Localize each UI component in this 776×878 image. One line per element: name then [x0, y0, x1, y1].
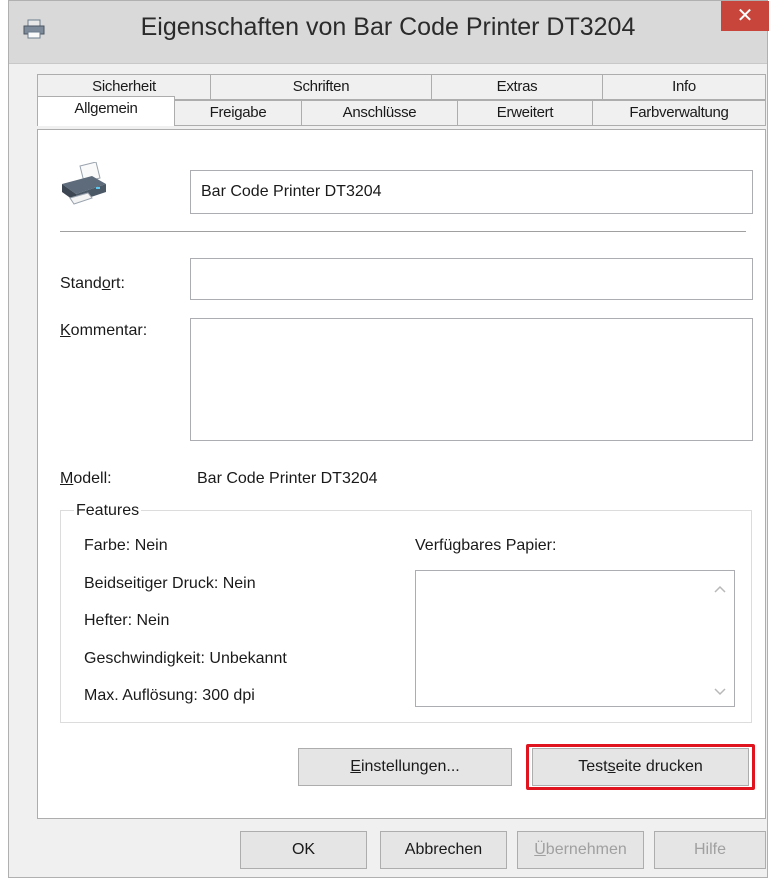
printer-icon — [62, 162, 106, 205]
tab-schriften[interactable]: Schriften — [210, 74, 432, 100]
location-label: Standort: — [60, 275, 125, 292]
separator — [60, 231, 746, 232]
tab-farbverwaltung[interactable]: Farbverwaltung — [592, 100, 766, 126]
help-button[interactable]: Hilfe — [654, 831, 766, 869]
comment-textarea[interactable] — [190, 318, 753, 441]
feature-speed: Geschwindigkeit: Unbekannt — [84, 650, 287, 667]
tab-freigabe[interactable]: Freigabe — [174, 100, 302, 126]
comment-label: Kommentar: — [60, 322, 148, 339]
ok-button[interactable]: OK — [240, 831, 367, 869]
properties-dialog: Eigenschaften von Bar Code Printer DT320… — [8, 0, 769, 878]
model-label: Modell: — [60, 470, 112, 487]
highlight-box — [526, 744, 755, 790]
feature-color: Farbe: Nein — [84, 537, 168, 554]
tab-info[interactable]: Info — [602, 74, 766, 100]
chevron-up-icon[interactable] — [714, 585, 726, 593]
feature-stapler: Hefter: Nein — [84, 612, 170, 629]
title-bar[interactable]: Eigenschaften von Bar Code Printer DT320… — [9, 1, 769, 64]
tab-extras[interactable]: Extras — [431, 74, 603, 100]
tab-allgemein[interactable]: Allgemein — [37, 96, 175, 126]
chevron-down-icon[interactable] — [714, 688, 726, 696]
apply-button[interactable]: Übernehmen — [517, 831, 644, 869]
printer-name-input[interactable]: Bar Code Printer DT3204 — [190, 170, 753, 214]
general-tab-panel: Bar Code Printer DT3204 Standort: Kommen… — [37, 129, 766, 819]
tab-anschluesse[interactable]: Anschlüsse — [301, 100, 458, 126]
model-value: Bar Code Printer DT3204 — [197, 470, 378, 487]
cancel-button[interactable]: Abbrechen — [380, 831, 507, 869]
close-button[interactable]: ✕ — [721, 1, 769, 31]
feature-resolution: Max. Auflösung: 300 dpi — [84, 687, 255, 704]
location-input[interactable] — [190, 258, 753, 300]
settings-button[interactable]: Einstellungen... — [298, 748, 512, 786]
window-title: Eigenschaften von Bar Code Printer DT320… — [140, 13, 636, 41]
close-icon: ✕ — [736, 5, 754, 27]
tab-erweitert[interactable]: Erweitert — [457, 100, 593, 126]
features-legend: Features — [74, 502, 142, 520]
feature-duplex: Beidseitiger Druck: Nein — [84, 575, 256, 592]
paper-label: Verfügbares Papier: — [415, 537, 557, 554]
paper-listbox[interactable] — [415, 570, 735, 707]
